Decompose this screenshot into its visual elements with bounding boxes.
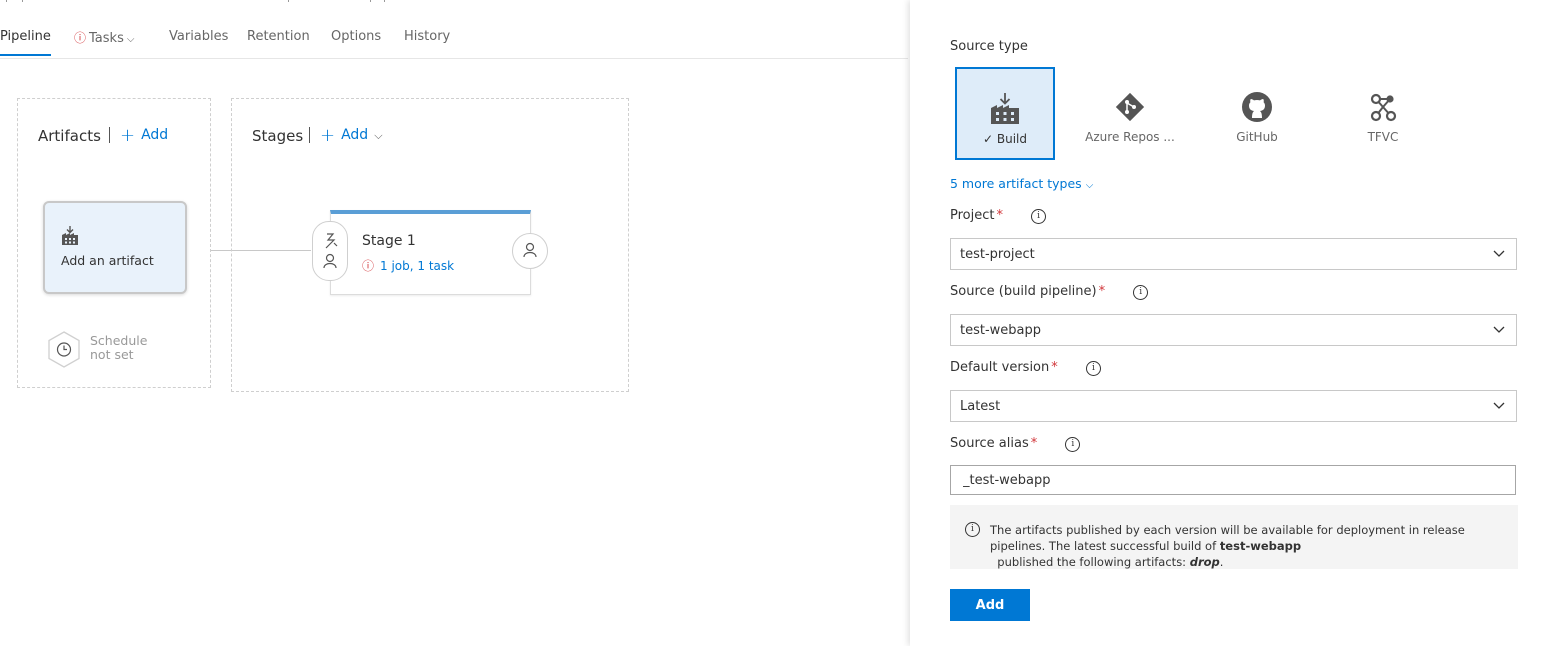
tab-variables[interactable]: Variables — [169, 29, 228, 44]
source-type-tfvc-label: TFVC — [1367, 130, 1399, 144]
chevron-down-icon: ⌵ — [1085, 180, 1094, 191]
pipeline-tabs: Pipeline ⓘ Tasks ⌵ Variables Retention Opt… — [0, 26, 908, 59]
chevron-down-icon — [1492, 321, 1506, 341]
tab-history[interactable]: History — [404, 29, 450, 44]
source-select[interactable]: test-webapp — [950, 314, 1517, 346]
warning-icon: ⓘ — [74, 31, 87, 45]
project-select[interactable]: test-project — [950, 238, 1517, 270]
plus-icon: + — [120, 125, 136, 146]
default-version-label-text: Default version — [950, 360, 1050, 375]
add-button[interactable]: Add — [950, 589, 1030, 621]
schedule-line-2: not set — [90, 347, 134, 362]
source-alias-label-text: Source alias — [950, 436, 1029, 451]
check-icon: ✓ — [983, 132, 997, 146]
pre-deployment-conditions[interactable] — [312, 221, 348, 281]
default-version-value: Latest — [960, 399, 1001, 414]
source-label-text: Source (build pipeline) — [950, 284, 1097, 299]
info-icon[interactable]: i — [1085, 361, 1101, 376]
chevron-down-icon — [1492, 245, 1506, 265]
source-type-tfvc[interactable]: TFVC — [1333, 67, 1433, 160]
source-type-azure-repos-label: Azure Repos ... — [1085, 130, 1175, 144]
more-artifact-types-link[interactable]: 5 more artifact types ⌵ — [950, 176, 1093, 191]
add-artifact-link[interactable]: + Add — [120, 125, 168, 146]
chevron-down-icon — [1492, 397, 1506, 417]
artifact-info-note: i The artifacts published by each versio… — [950, 505, 1518, 569]
tab-tasks-label: Tasks — [89, 31, 124, 46]
stage-summary-link[interactable]: ⓘ 1 job, 1 task — [362, 257, 454, 274]
schedule-line-1: Schedule — [90, 333, 148, 348]
tab-pipeline[interactable]: Pipeline — [0, 29, 51, 56]
add-artifact-label: Add — [141, 127, 169, 143]
source-type-label: Source type — [950, 39, 1028, 54]
build-icon — [957, 93, 1053, 127]
github-icon — [1207, 91, 1307, 125]
build-icon — [61, 226, 79, 250]
add-stage-link[interactable]: + Add ⌵ — [320, 125, 383, 146]
tfvc-icon — [1333, 91, 1433, 125]
info-icon[interactable]: i — [1031, 209, 1047, 224]
info-icon[interactable]: i — [1133, 285, 1149, 300]
note-artifact-name: drop — [1189, 555, 1220, 569]
chevron-down-icon: ⌵ — [126, 34, 135, 45]
default-version-label: Default version * i — [950, 360, 1101, 376]
schedule-trigger-icon[interactable] — [46, 330, 82, 374]
more-artifact-types-label: 5 more artifact types — [950, 176, 1082, 191]
source-select-value: test-webapp — [960, 323, 1042, 338]
schedule-status: Schedule not set — [90, 334, 147, 362]
required-mark: * — [1030, 436, 1038, 451]
stage-summary: 1 job, 1 task — [380, 259, 455, 273]
artifacts-title: Artifacts — [38, 127, 101, 145]
source-label: Source (build pipeline) * i — [950, 284, 1149, 300]
project-label: Project * i — [950, 208, 1047, 224]
required-mark: * — [1098, 284, 1106, 299]
add-stage-label: Add — [341, 127, 369, 143]
source-type-github-label: GitHub — [1236, 130, 1278, 144]
page-title-remnant — [0, 0, 900, 6]
source-type-azure-repos[interactable]: Azure Repos ... — [1080, 67, 1180, 160]
note-pipeline-name: test-webapp — [1219, 539, 1302, 553]
source-type-build[interactable]: ✓ Build — [955, 67, 1055, 160]
project-select-value: test-project — [960, 247, 1035, 262]
tab-options[interactable]: Options — [331, 29, 381, 44]
post-deployment-approvals[interactable] — [512, 233, 548, 269]
project-label-text: Project — [950, 208, 995, 223]
add-artifact-panel: Source type ✓ Build Azure Repos ... GitH… — [910, 0, 1560, 646]
source-type-github[interactable]: GitHub — [1207, 67, 1307, 160]
chevron-down-icon: ⌵ — [374, 129, 383, 142]
add-artifact-card[interactable]: Add an artifact — [43, 201, 187, 294]
stages-title: Stages — [252, 127, 304, 145]
tab-retention[interactable]: Retention — [247, 29, 310, 44]
info-icon[interactable]: i — [1065, 437, 1081, 452]
warning-icon: ⓘ — [362, 259, 375, 273]
required-mark: * — [1051, 360, 1058, 375]
note-text-2: published the following artifacts: — [990, 555, 1190, 569]
stage-card[interactable]: Stage 1 ⓘ 1 job, 1 task — [330, 210, 531, 295]
default-version-select[interactable]: Latest — [950, 390, 1517, 422]
add-artifact-card-label: Add an artifact — [61, 253, 154, 268]
note-text-end: . — [1219, 555, 1224, 569]
artifact-info-text: The artifacts published by each version … — [990, 522, 1505, 570]
stage-name: Stage 1 — [362, 233, 416, 249]
source-type-build-label: Build — [996, 132, 1027, 146]
title-separator — [309, 127, 310, 143]
plus-icon: + — [320, 125, 336, 146]
source-alias-label: Source alias * i — [950, 436, 1081, 452]
required-mark: * — [996, 208, 1003, 223]
azure-repos-icon — [1080, 91, 1180, 125]
source-alias-input[interactable] — [950, 465, 1516, 495]
tab-tasks[interactable]: ⓘ Tasks ⌵ — [74, 29, 134, 46]
title-separator — [109, 127, 110, 143]
info-icon: i — [965, 522, 980, 537]
